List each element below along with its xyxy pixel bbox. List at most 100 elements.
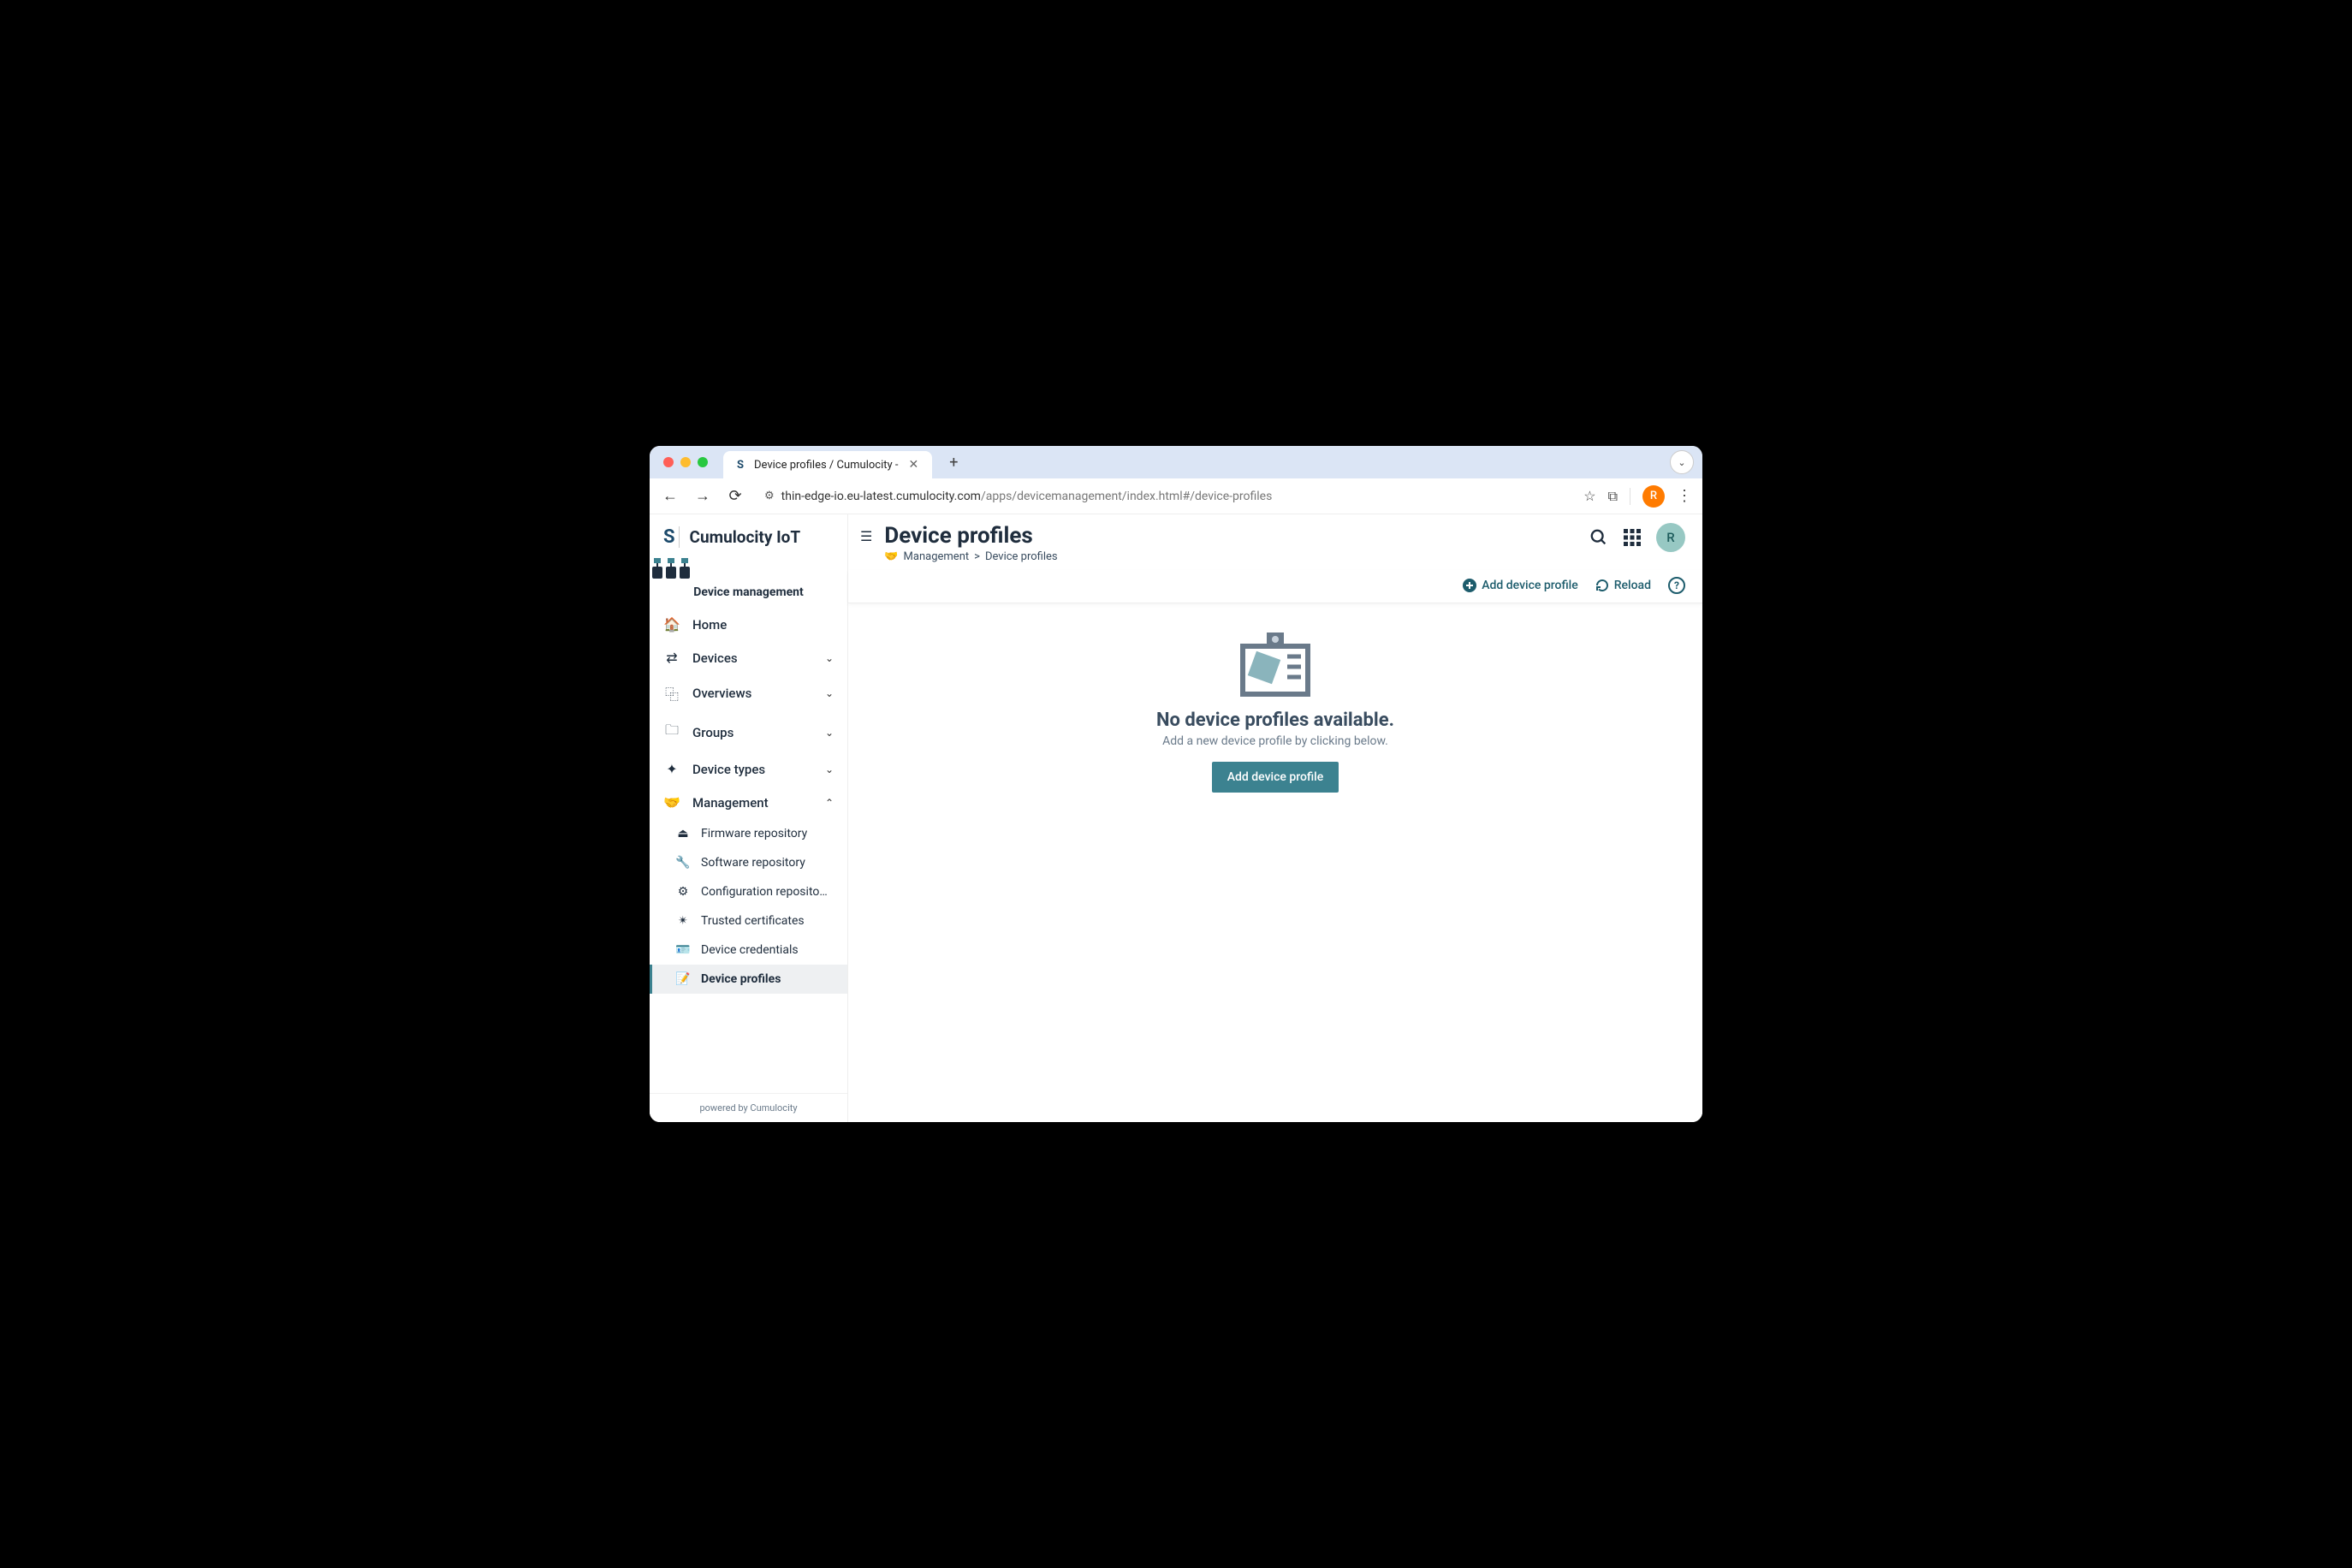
empty-title: No device profiles available. bbox=[1156, 710, 1394, 731]
app-shell: S Cumulocity IoT Device management 🏠 Hom… bbox=[650, 514, 1702, 1122]
breadcrumb-current: Device profiles bbox=[985, 550, 1058, 563]
bookmark-icon[interactable]: ☆ bbox=[1583, 488, 1595, 504]
browser-tab[interactable]: S Device profiles / Cumulocity - ✕ bbox=[723, 451, 932, 478]
sidebar-item-overviews[interactable]: ⿻ Overviews ⌄ bbox=[650, 674, 847, 712]
sidebar-item-label: Device types bbox=[692, 762, 765, 777]
sidebar-item-device-types[interactable]: ✦ Device types ⌄ bbox=[650, 752, 847, 786]
browser-window: S Device profiles / Cumulocity - ✕ + ⌄ ←… bbox=[650, 446, 1702, 1122]
new-tab-button[interactable]: + bbox=[942, 454, 965, 472]
breadcrumb-separator: > bbox=[974, 550, 980, 563]
sidebar-sub-label: Firmware repository bbox=[701, 827, 807, 840]
sidebar: S Cumulocity IoT Device management 🏠 Hom… bbox=[650, 514, 848, 1122]
chevron-down-icon: ⌄ bbox=[825, 652, 834, 664]
tab-close-icon[interactable]: ✕ bbox=[905, 458, 922, 472]
home-icon: 🏠 bbox=[663, 616, 680, 633]
device-types-icon: ✦ bbox=[663, 761, 680, 777]
plus-circle-icon bbox=[1463, 579, 1476, 592]
sidebar-sub-software-repository[interactable]: 🔧 Software repository bbox=[650, 848, 847, 877]
tabs-dropdown-icon[interactable]: ⌄ bbox=[1670, 450, 1694, 474]
brand-name: Cumulocity IoT bbox=[690, 527, 801, 547]
browser-menu-icon[interactable]: ⋮ bbox=[1677, 487, 1692, 505]
handshake-icon: 🤝 bbox=[884, 550, 898, 563]
toolbar-link-label: Reload bbox=[1614, 579, 1651, 592]
header-actions: R bbox=[1589, 523, 1685, 552]
url-input[interactable]: ⚙ thin-edge-io.eu-latest.cumulocity.com/… bbox=[757, 490, 1571, 503]
sidebar-item-devices[interactable]: ⇄ Devices ⌄ bbox=[650, 641, 847, 674]
reload-link[interactable]: Reload bbox=[1595, 579, 1651, 592]
devices-icon: ⇄ bbox=[663, 650, 680, 666]
back-button[interactable]: ← bbox=[660, 486, 680, 507]
header-titles: Device profiles 🤝 Management > Device pr… bbox=[884, 523, 1577, 563]
sidebar-sub-device-profiles[interactable]: 📝 Device profiles bbox=[650, 965, 847, 994]
sidebar-item-label: Devices bbox=[692, 650, 738, 666]
sidebar-sub-label: Software repository bbox=[701, 856, 805, 870]
sidebar-sub-configuration-repository[interactable]: ⚙ Configuration reposito… bbox=[650, 877, 847, 906]
reload-icon bbox=[1595, 579, 1609, 592]
tab-favicon-icon: S bbox=[734, 458, 747, 472]
add-device-profile-button[interactable]: Add device profile bbox=[1212, 762, 1339, 793]
toolbar-link-label: Add device profile bbox=[1482, 579, 1577, 592]
apps-grid-icon[interactable] bbox=[1624, 529, 1641, 546]
toolbar: Add device profile Reload ? bbox=[848, 570, 1702, 603]
app-name: Device management bbox=[650, 585, 847, 599]
window-minimize-icon[interactable] bbox=[680, 457, 691, 467]
traffic-lights bbox=[658, 457, 713, 467]
url-host: thin-edge-io.eu-latest.cumulocity.com bbox=[781, 490, 981, 503]
sidebar-item-label: Home bbox=[692, 617, 727, 633]
breadcrumb: 🤝 Management > Device profiles bbox=[884, 550, 1577, 563]
sidebar-item-groups[interactable]: 🗀 Groups ⌄ bbox=[650, 712, 847, 752]
window-close-icon[interactable] bbox=[663, 457, 674, 467]
sidebar-sub-trusted-certificates[interactable]: ✴ Trusted certificates bbox=[650, 906, 847, 935]
chevron-down-icon: ⌄ bbox=[825, 687, 834, 699]
help-icon[interactable]: ? bbox=[1668, 577, 1685, 594]
overviews-icon: ⿻ bbox=[663, 683, 680, 704]
certificate-icon: ✴ bbox=[675, 914, 691, 928]
software-icon: 🔧 bbox=[675, 856, 691, 870]
site-settings-icon[interactable]: ⚙ bbox=[764, 490, 775, 502]
sidebar-sub-label: Configuration reposito… bbox=[701, 885, 828, 899]
firmware-icon: ⏏ bbox=[675, 827, 691, 840]
user-avatar[interactable]: R bbox=[1656, 523, 1685, 552]
brand-logo-icon: S bbox=[660, 526, 680, 548]
sidebar-item-home[interactable]: 🏠 Home bbox=[650, 608, 847, 641]
tab-title: Device profiles / Cumulocity - bbox=[754, 459, 898, 472]
management-icon: 🤝 bbox=[663, 794, 680, 811]
forward-button[interactable]: → bbox=[692, 486, 713, 507]
folder-icon: 🗀 bbox=[663, 721, 680, 744]
empty-state: No device profiles available. Add a new … bbox=[848, 603, 1702, 1122]
browser-profile-avatar[interactable]: R bbox=[1642, 485, 1665, 508]
app-icon bbox=[650, 555, 847, 582]
sidebar-sub-label: Trusted certificates bbox=[701, 914, 805, 928]
search-icon[interactable] bbox=[1589, 528, 1608, 547]
chevron-down-icon: ⌄ bbox=[825, 763, 834, 775]
sidebar-sub-firmware-repository[interactable]: ⏏ Firmware repository bbox=[650, 819, 847, 848]
reload-button[interactable]: ⟳ bbox=[725, 486, 745, 507]
window-zoom-icon[interactable] bbox=[698, 457, 708, 467]
sidebar-item-management[interactable]: 🤝 Management ⌃ bbox=[650, 786, 847, 819]
credentials-icon: 🪪 bbox=[675, 943, 691, 957]
sidebar-sub-label: Device credentials bbox=[701, 943, 799, 957]
header: ☰ Device profiles 🤝 Management > Device … bbox=[848, 514, 1702, 570]
sidebar-item-label: Groups bbox=[692, 725, 734, 740]
device-profiles-icon: 📝 bbox=[675, 972, 691, 986]
main-content: ☰ Device profiles 🤝 Management > Device … bbox=[848, 514, 1702, 1122]
list-icon[interactable]: ☰ bbox=[860, 523, 872, 544]
sidebar-sub-label: Device profiles bbox=[701, 972, 781, 986]
extensions-icon[interactable]: ⧉ bbox=[1608, 488, 1618, 505]
add-device-profile-link[interactable]: Add device profile bbox=[1463, 579, 1577, 592]
browser-chrome: S Device profiles / Cumulocity - ✕ + ⌄ ←… bbox=[650, 446, 1702, 514]
chevron-down-icon: ⌄ bbox=[825, 727, 834, 739]
app-branding: Device management bbox=[650, 555, 847, 608]
sidebar-sub-device-credentials[interactable]: 🪪 Device credentials bbox=[650, 935, 847, 965]
brand: S Cumulocity IoT bbox=[650, 514, 847, 555]
sidebar-item-label: Management bbox=[692, 795, 769, 811]
empty-subtitle: Add a new device profile by clicking bel… bbox=[1162, 734, 1388, 748]
url-path: /apps/devicemanagement/index.html#/devic… bbox=[981, 490, 1272, 503]
empty-illustration-icon bbox=[1239, 629, 1311, 698]
tab-bar: S Device profiles / Cumulocity - ✕ + ⌄ bbox=[650, 446, 1702, 478]
configuration-icon: ⚙ bbox=[675, 885, 691, 899]
nav: 🏠 Home ⇄ Devices ⌄ ⿻ Overviews ⌄ 🗀 Group… bbox=[650, 608, 847, 1093]
sidebar-item-label: Overviews bbox=[692, 686, 751, 701]
breadcrumb-parent[interactable]: Management bbox=[904, 550, 970, 563]
sidebar-footer: powered by Cumulocity bbox=[650, 1093, 847, 1122]
